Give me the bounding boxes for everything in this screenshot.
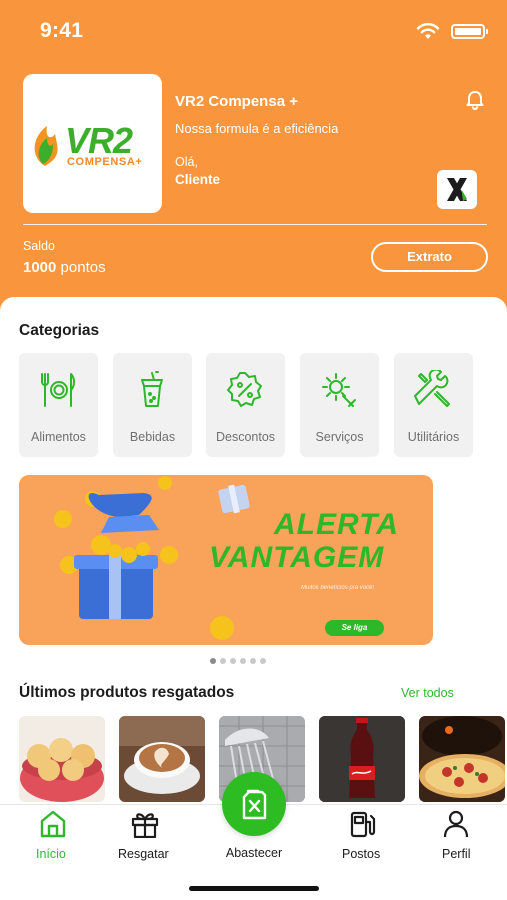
- logo-subtext: COMPENSA+: [67, 156, 143, 168]
- category-label: Utilitários: [407, 430, 460, 444]
- abastecer-fab-button[interactable]: [222, 772, 286, 836]
- category-label: Alimentos: [31, 430, 86, 444]
- pagination-dot[interactable]: [250, 658, 256, 664]
- balance-value: 1000 pontos: [23, 259, 106, 276]
- category-label: Serviços: [315, 430, 364, 444]
- company-name: VR2 Compensa +: [175, 93, 298, 110]
- category-label: Bebidas: [129, 430, 176, 444]
- category-utilitarios[interactable]: Utilitários: [394, 353, 473, 457]
- user-icon: [443, 810, 469, 838]
- gas-station-icon: [350, 811, 376, 838]
- gift-icon: [131, 813, 159, 838]
- balance-amount: 1000: [23, 259, 57, 276]
- product-coca-cola[interactable]: [319, 716, 405, 802]
- recent-products-title: Últimos produtos resgatados: [19, 684, 235, 701]
- category-bebidas[interactable]: Bebidas: [113, 353, 192, 457]
- fuel-can-icon: [242, 789, 267, 820]
- company-logo: VR2 COMPENSA+: [23, 74, 162, 213]
- categories-title: Categorias: [19, 322, 100, 339]
- tab-label: Postos: [342, 847, 381, 861]
- pagination-dot[interactable]: [260, 658, 266, 664]
- battery-icon: [451, 24, 488, 39]
- category-label: Descontos: [215, 430, 276, 444]
- tab-label-abastecer: Abastecer: [225, 846, 283, 860]
- cappuccino-image: [119, 716, 205, 802]
- product-cheese-bread[interactable]: [19, 716, 105, 802]
- tab-label: Perfil: [442, 847, 471, 861]
- wifi-icon: [416, 23, 440, 39]
- status-bar: 9:41: [0, 0, 507, 60]
- x-brand-button[interactable]: [437, 170, 477, 209]
- home-icon: [40, 810, 66, 838]
- balance-label: Saldo: [23, 239, 55, 253]
- cheese-bread-image: [19, 716, 105, 802]
- x-brand-icon: [447, 178, 467, 201]
- pagination-dot[interactable]: [240, 658, 246, 664]
- discount-badge-icon: [227, 372, 262, 407]
- greeting: Olá,: [175, 155, 198, 169]
- pizza-image: [419, 716, 505, 802]
- banner-title-line2: VANTAGEM: [209, 541, 385, 574]
- home-indicator: [189, 886, 319, 891]
- category-servicos[interactable]: Serviços: [300, 353, 379, 457]
- product-cappuccino[interactable]: [119, 716, 205, 802]
- pagination-dot[interactable]: [230, 658, 236, 664]
- category-alimentos[interactable]: Alimentos: [19, 353, 98, 457]
- see-all-link[interactable]: Ver todos: [401, 686, 454, 700]
- header-divider: [23, 224, 487, 225]
- pagination-dot-active[interactable]: [210, 658, 216, 664]
- utensils-icon: [41, 373, 75, 407]
- product-pizza[interactable]: [419, 716, 505, 802]
- bell-icon[interactable]: [464, 89, 486, 111]
- category-descontos[interactable]: Descontos: [206, 353, 285, 457]
- banner-subtitle: Muitos benefícios pra você!: [301, 585, 375, 591]
- user-name: Cliente: [175, 172, 221, 187]
- balance-unit: pontos: [56, 259, 106, 276]
- promo-banner[interactable]: ALERTA VANTAGEM Muitos benefícios pra vo…: [19, 475, 433, 645]
- coca-cola-image: [319, 716, 405, 802]
- gear-wrench-icon: [322, 373, 356, 407]
- tab-label: Resgatar: [118, 847, 169, 861]
- header: 9:41 VR2 COMPENSA+ VR2 Compensa + Nossa …: [0, 0, 507, 310]
- status-time: 9:41: [40, 19, 84, 42]
- company-slogan: Nossa formula é a eficiência: [175, 121, 339, 136]
- pagination-dot[interactable]: [220, 658, 226, 664]
- banner-cta[interactable]: Se liga: [325, 620, 384, 636]
- banner-title-line1: ALERTA: [274, 508, 399, 541]
- tools-icon: [414, 370, 450, 407]
- statement-button[interactable]: Extrato: [371, 242, 488, 272]
- drink-cup-icon: [141, 371, 163, 407]
- tab-label: Início: [36, 847, 66, 861]
